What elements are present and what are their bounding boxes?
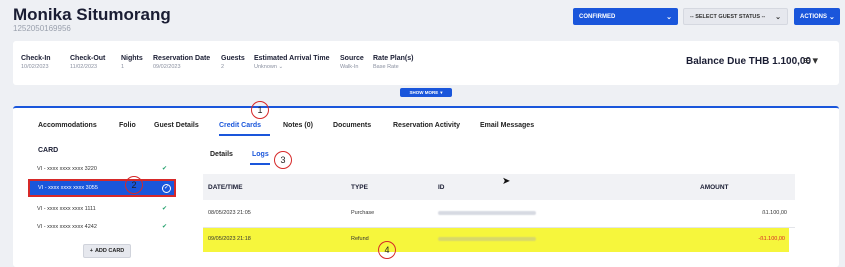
reservation-id: 1252050169956 [13,24,71,33]
tab-reservation-activity[interactable]: Reservation Activity [393,122,460,129]
check-circle-icon: ✔ [162,206,168,212]
guest-status-label: -- SELECT GUEST STATUS -- [690,13,766,20]
table-row[interactable]: 08/05/2023 21:05 Purchase ß1.100,00 [203,200,795,228]
chevron-down-icon: ⌄ [666,13,672,21]
tab-notes[interactable]: Notes (0) [283,122,313,129]
subtab-logs[interactable]: Logs [252,151,269,158]
summary-source: Source Walk-In [340,55,364,70]
add-card-button[interactable]: + ADD CARD [83,244,131,258]
logs-table-header: DATE/TIME TYPE ID AMOUNT [203,174,795,200]
subtab-details[interactable]: Details [210,151,233,158]
check-circle-icon: ✓ [162,184,171,193]
check-circle-icon: ✔ [162,224,168,230]
summary-nights: Nights 1 [121,55,143,70]
actions-button[interactable]: ACTIONS ⌄ [794,8,840,25]
card-item-selected[interactable]: VI - xxxx xxxx xxxx 3055 ✓ [28,179,176,197]
guest-status-dropdown[interactable]: -- SELECT GUEST STATUS -- ⌄ [683,8,788,25]
chevron-down-icon[interactable]: ⌄ [278,64,283,70]
summary-checkin: Check-In 10/02/2023 [21,55,51,70]
tab-guest-details[interactable]: Guest Details [154,122,199,129]
tab-credit-cards[interactable]: Credit Cards [219,122,261,129]
card-item[interactable]: VI - xxxx xxxx xxxx 4242 ✔ [28,221,176,233]
annotation-marker: 1 [251,101,269,119]
tab-email-messages[interactable]: Email Messages [480,122,534,129]
summary-guests: Guests 2 [221,55,245,70]
annotation-marker: 2 [125,176,143,194]
card-list-heading: CARD [38,147,59,154]
tab-folio[interactable]: Folio [119,122,136,129]
tab-documents[interactable]: Documents [333,122,371,129]
chevron-down-icon: ⌄ [775,13,781,21]
mouse-cursor-icon: ➤ [502,176,511,187]
show-more-button[interactable]: SHOW MORE ▾ [400,88,452,97]
redacted-transaction-id [438,237,536,241]
summary-rate-plan: Rate Plan(s) Base Rate [373,55,414,70]
active-subtab-underline [250,163,270,165]
summary-reservation-date: Reservation Date 09/02/2023 [153,55,211,70]
plus-icon: + [89,248,93,254]
balance-due: Balance Due THB 1.100,00 [686,56,812,67]
check-circle-icon: ✔ [162,166,168,172]
actions-label: ACTIONS [800,13,827,20]
column-header-datetime: DATE/TIME [208,184,243,191]
column-header-type: TYPE [351,184,368,191]
status-label: CONFIRMED [579,13,616,20]
column-header-amount: AMOUNT [700,184,729,191]
redacted-transaction-id [438,211,536,215]
summary-arrival-time: Estimated Arrival Time Unknown ⌄ [254,55,330,70]
chevron-down-icon: ⌄ [829,13,835,21]
summary-checkout: Check-Out 11/02/2023 [70,55,106,70]
annotation-marker: 3 [274,151,292,169]
reservation-status-dropdown[interactable]: CONFIRMED ⌄ [573,8,678,25]
card-item[interactable]: VI - xxxx xxxx xxxx 1111 ✔ [28,203,176,215]
card-item[interactable]: VI - xxxx xxxx xxxx 3220 ✔ [28,163,176,175]
guest-name: Monika Situmorang [13,5,171,24]
column-header-id: ID [438,184,445,191]
reservation-summary: Check-In 10/02/2023 Check-Out 11/02/2023… [13,41,839,85]
tab-accommodations[interactable]: Accommodations [38,122,97,129]
table-row-highlighted[interactable]: 09/05/2023 21:18 Refund -ß1.100,00 [203,228,789,252]
annotation-marker: 4 [378,241,396,259]
active-tab-underline [219,134,270,136]
menu-icon[interactable]: ≡ ▾ [803,54,818,67]
